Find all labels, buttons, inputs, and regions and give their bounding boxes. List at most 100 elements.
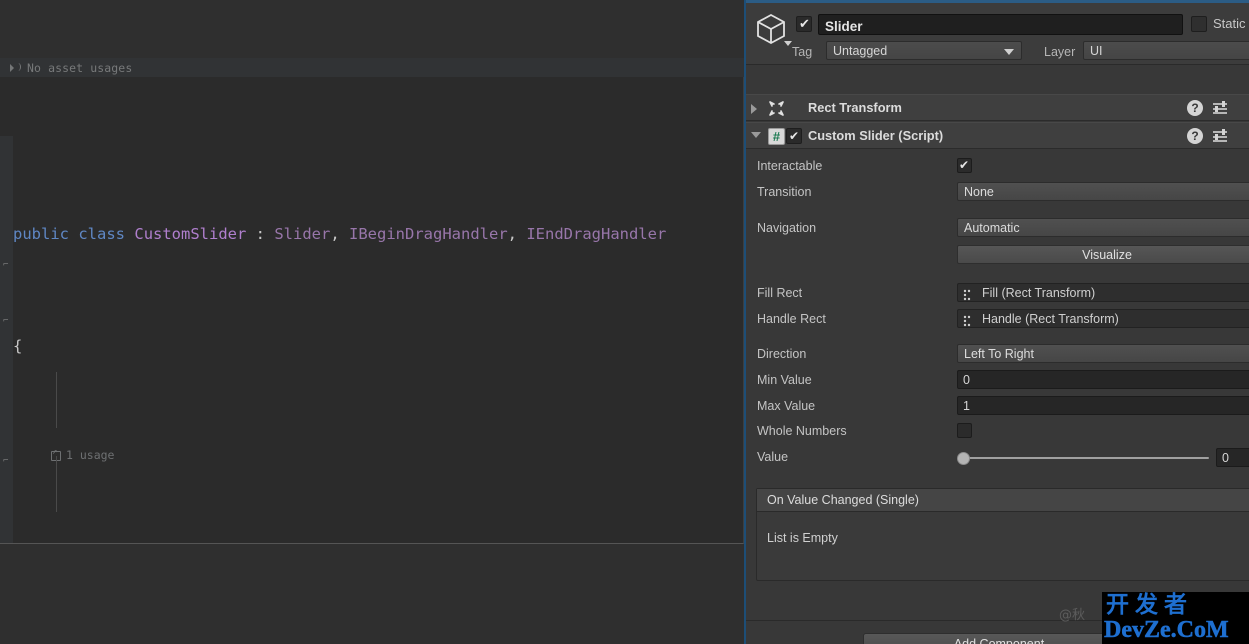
value-number-input[interactable]: 0 xyxy=(1216,448,1249,467)
add-component-button[interactable]: Add Component xyxy=(863,633,1135,644)
layer-value: UI xyxy=(1090,44,1103,58)
usage-hint-icon xyxy=(10,62,22,73)
property-row-handle-rect: Handle Rect Handle (Rect Transform) xyxy=(746,309,1249,333)
sliders-icon-svg xyxy=(1213,101,1227,114)
static-checkbox[interactable] xyxy=(1191,16,1207,32)
rect-transform-icon-svg xyxy=(769,101,784,116)
min-value-label: Min Value xyxy=(757,373,812,387)
property-row-interactable: Interactable xyxy=(746,156,1249,180)
usage-count-label: 1 usage xyxy=(66,448,115,462)
property-row-min-value: Min Value 0 xyxy=(746,370,1249,394)
transition-label: Transition xyxy=(757,185,812,199)
value-slider-handle[interactable] xyxy=(957,452,970,465)
navigation-dropdown[interactable]: Automatic xyxy=(957,218,1249,237)
property-row-fill-rect: Fill Rect Fill (Rect Transform) xyxy=(746,283,1249,307)
fill-rect-label: Fill Rect xyxy=(757,286,803,300)
sliders-icon-svg xyxy=(1213,129,1227,142)
min-value-input[interactable]: 0 xyxy=(957,370,1249,389)
tag-dropdown[interactable]: Untagged xyxy=(826,41,1022,60)
event-empty-label: List is Empty xyxy=(767,531,838,545)
indent-guide xyxy=(56,456,57,512)
tag-label: Tag xyxy=(792,45,813,59)
property-row-direction: Direction Left To Right xyxy=(746,344,1249,368)
rect-transform-mini-svg xyxy=(963,289,971,301)
layer-dropdown[interactable]: UI xyxy=(1083,41,1249,60)
fold-marker[interactable]: ⌐ xyxy=(3,261,10,270)
kw-public: public xyxy=(13,225,69,243)
gameobject-icon-dropdown-arrow[interactable] xyxy=(784,41,792,46)
handle-rect-object-field[interactable]: Handle (Rect Transform) xyxy=(957,309,1249,328)
handle-rect-value: Handle (Rect Transform) xyxy=(982,312,1119,326)
value-label: Value xyxy=(757,450,789,464)
help-icon[interactable]: ? xyxy=(1187,128,1203,144)
handle-rect-label: Handle Rect xyxy=(757,312,826,326)
watermark-handle: @秋 xyxy=(1059,608,1086,623)
type-ienddraghandler: IEndDragHandler xyxy=(526,225,667,243)
punct-colon: : xyxy=(246,225,275,243)
asset-usage-label: No asset usages xyxy=(27,60,133,75)
punct-comma: , xyxy=(330,225,350,243)
chevron-down-icon[interactable] xyxy=(751,132,761,138)
gameobject-header: Slider Static Tag Untagged Layer UI xyxy=(746,3,1249,65)
rect-transform-mini-icon xyxy=(963,314,975,327)
component-header-custom-slider[interactable]: # Custom Slider (Script) ? xyxy=(746,122,1249,149)
gameobject-name-input[interactable]: Slider xyxy=(818,14,1183,35)
fold-marker[interactable]: ⌐ xyxy=(3,541,10,544)
component-title: Rect Transform xyxy=(808,100,902,115)
chevron-right-icon[interactable] xyxy=(751,104,757,114)
indent-guide xyxy=(56,372,57,428)
code-editor-panel[interactable]: ⌐ ⌐ ⌐ ⌐ public class CustomSlider : Slid… xyxy=(0,58,744,544)
transition-dropdown[interactable]: None xyxy=(957,182,1249,201)
punct-comma: , xyxy=(507,225,527,243)
fold-marker[interactable]: ⌐ xyxy=(3,457,10,466)
help-icon[interactable]: ? xyxy=(1187,100,1203,116)
on-value-changed-box: On Value Changed (Single) List is Empty xyxy=(756,488,1249,581)
component-title: Custom Slider (Script) xyxy=(808,128,944,143)
max-value-input[interactable]: 1 xyxy=(957,396,1249,415)
watermark: 开发者 DevZe.CoM xyxy=(1102,592,1249,644)
asset-usage-banner: No asset usages xyxy=(0,58,744,77)
kw-class: class xyxy=(78,225,126,243)
whole-numbers-checkbox[interactable] xyxy=(957,423,972,438)
rect-transform-mini-svg xyxy=(963,315,971,327)
visualize-button[interactable]: Visualize xyxy=(957,245,1249,264)
direction-dropdown[interactable]: Left To Right xyxy=(957,344,1249,363)
direction-label: Direction xyxy=(757,347,807,361)
rect-transform-icon xyxy=(768,100,785,117)
static-label: Static xyxy=(1213,16,1246,31)
code-line-class-decl: public class CustomSlider : Slider, IBeg… xyxy=(13,220,742,248)
watermark-latin: DevZe.CoM xyxy=(1104,617,1229,644)
editor-gutter[interactable]: ⌐ ⌐ ⌐ ⌐ xyxy=(0,136,13,544)
component-settings-icon[interactable] xyxy=(1211,128,1229,144)
watermark-chinese: 开发者 xyxy=(1106,592,1193,618)
type-ibegindraghandler: IBeginDragHandler xyxy=(349,225,508,243)
whole-numbers-label: Whole Numbers xyxy=(757,424,847,438)
component-enabled-checkbox[interactable] xyxy=(786,127,802,145)
brace-class-open: { xyxy=(13,337,23,355)
code-line-open-brace: { xyxy=(13,332,742,360)
rect-transform-mini-icon xyxy=(963,288,975,301)
property-row-value: Value 0 xyxy=(746,447,1249,471)
source-code[interactable]: public class CustomSlider : Slider, IBeg… xyxy=(13,136,742,543)
property-row-transition: Transition None xyxy=(746,182,1249,206)
fill-rect-value: Fill (Rect Transform) xyxy=(982,286,1096,300)
code-editor-region: ⌐ ⌐ ⌐ ⌐ public class CustomSlider : Slid… xyxy=(0,0,744,644)
gameobject-active-checkbox[interactable] xyxy=(796,15,812,33)
type-slider: Slider xyxy=(274,225,331,243)
interactable-label: Interactable xyxy=(757,159,823,173)
type-customslider: CustomSlider xyxy=(134,225,247,243)
component-settings-icon[interactable] xyxy=(1211,100,1229,116)
gameobject-cube-icon[interactable] xyxy=(754,12,792,48)
navigation-label: Navigation xyxy=(757,221,817,235)
tag-value: Untagged xyxy=(833,44,888,58)
component-header-rect-transform[interactable]: Rect Transform ? xyxy=(746,94,1249,121)
fill-rect-object-field[interactable]: Fill (Rect Transform) xyxy=(957,283,1249,302)
on-value-changed-header: On Value Changed (Single) xyxy=(757,489,1249,512)
value-slider-track[interactable] xyxy=(959,457,1209,459)
fold-marker[interactable]: ⌐ xyxy=(3,317,10,326)
usage-annotation[interactable]: 1 usage xyxy=(13,444,742,467)
screen-root: ⌐ ⌐ ⌐ ⌐ public class CustomSlider : Slid… xyxy=(0,0,1249,644)
interactable-checkbox[interactable] xyxy=(957,156,972,174)
property-row-navigation: Navigation Automatic xyxy=(746,218,1249,242)
csharp-script-icon: # xyxy=(768,128,785,145)
